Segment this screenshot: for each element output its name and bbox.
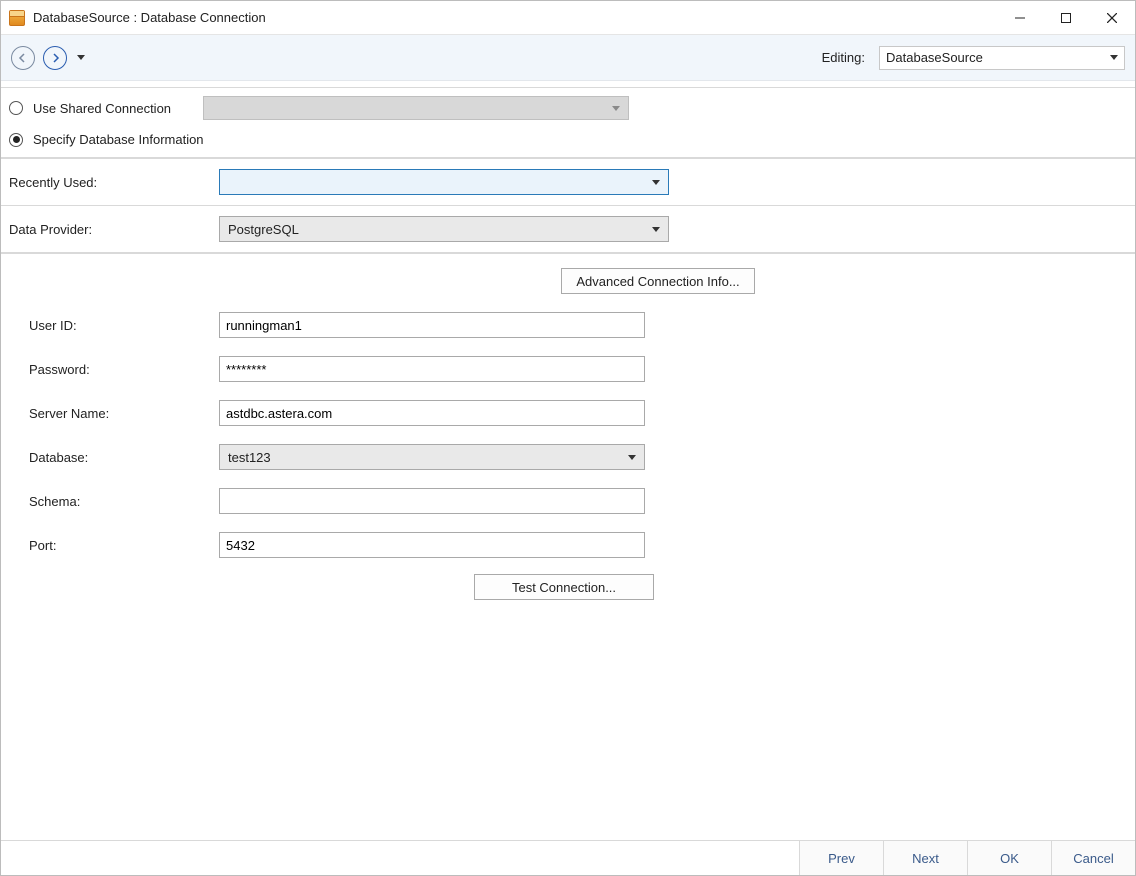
editing-select[interactable]: DatabaseSource [879,46,1125,70]
server-row: Server Name: [9,400,1127,426]
database-label: Database: [29,450,219,465]
chevron-down-icon [652,180,660,185]
editing-label: Editing: [822,50,865,65]
use-shared-radio[interactable] [9,101,23,115]
close-button[interactable] [1089,2,1135,34]
advanced-connection-button[interactable]: Advanced Connection Info... [561,268,754,294]
password-row: Password: [9,356,1127,382]
window-title: DatabaseSource : Database Connection [33,10,266,25]
specify-db-row: Specify Database Information [9,132,1127,147]
schema-input[interactable] [219,488,645,514]
shared-connection-select[interactable] [203,96,629,120]
toolbar: Editing: DatabaseSource [1,35,1135,81]
chevron-down-icon [1110,55,1118,60]
chevron-down-icon [612,106,620,111]
user-id-input[interactable] [219,312,645,338]
maximize-button[interactable] [1043,2,1089,34]
nav-forward-button[interactable] [43,46,67,70]
database-row: Database: test123 [9,444,1127,470]
data-provider-value: PostgreSQL [228,222,299,237]
dialog-footer: Prev Next OK Cancel [1,840,1135,875]
port-label: Port: [29,538,219,553]
server-input[interactable] [219,400,645,426]
arrow-left-icon [18,53,28,63]
database-value: test123 [228,450,271,465]
editing-value: DatabaseSource [886,50,983,65]
user-id-label: User ID: [29,318,219,333]
test-connection-button[interactable]: Test Connection... [474,574,654,600]
window-controls [997,2,1135,34]
chevron-down-icon [628,455,636,460]
specify-db-radio[interactable] [9,133,23,147]
data-provider-row: Data Provider: PostgreSQL [1,206,1135,253]
port-input[interactable] [219,532,645,558]
port-row: Port: [9,532,1127,558]
prev-button[interactable]: Prev [799,841,883,875]
recently-used-select[interactable] [219,169,669,195]
next-button[interactable]: Next [883,841,967,875]
data-provider-label: Data Provider: [9,222,219,237]
ok-button[interactable]: OK [967,841,1051,875]
dialog-window: DatabaseSource : Database Connection Edi… [0,0,1136,876]
nav-back-button[interactable] [11,46,35,70]
use-shared-row: Use Shared Connection [9,96,1127,120]
password-input[interactable] [219,356,645,382]
recently-used-row: Recently Used: [1,158,1135,206]
recently-used-label: Recently Used: [9,175,219,190]
specify-db-label: Specify Database Information [33,132,204,147]
dialog-body: Use Shared Connection Specify Database I… [1,81,1135,840]
chevron-down-icon [652,227,660,232]
cancel-button[interactable]: Cancel [1051,841,1135,875]
connection-form: Advanced Connection Info... User ID: Pas… [1,253,1135,840]
nav-dropdown-icon[interactable] [77,55,85,60]
close-icon [1107,13,1117,23]
maximize-icon [1061,13,1071,23]
arrow-right-icon [50,53,60,63]
schema-label: Schema: [29,494,219,509]
server-label: Server Name: [29,406,219,421]
schema-row: Schema: [9,488,1127,514]
password-label: Password: [29,362,219,377]
minimize-button[interactable] [997,2,1043,34]
data-provider-select[interactable]: PostgreSQL [219,216,669,242]
database-select[interactable]: test123 [219,444,645,470]
app-icon [9,10,25,26]
titlebar: DatabaseSource : Database Connection [1,1,1135,35]
minimize-icon [1015,13,1025,23]
use-shared-label: Use Shared Connection [33,101,171,116]
user-id-row: User ID: [9,312,1127,338]
connection-mode-group: Use Shared Connection Specify Database I… [1,87,1135,158]
